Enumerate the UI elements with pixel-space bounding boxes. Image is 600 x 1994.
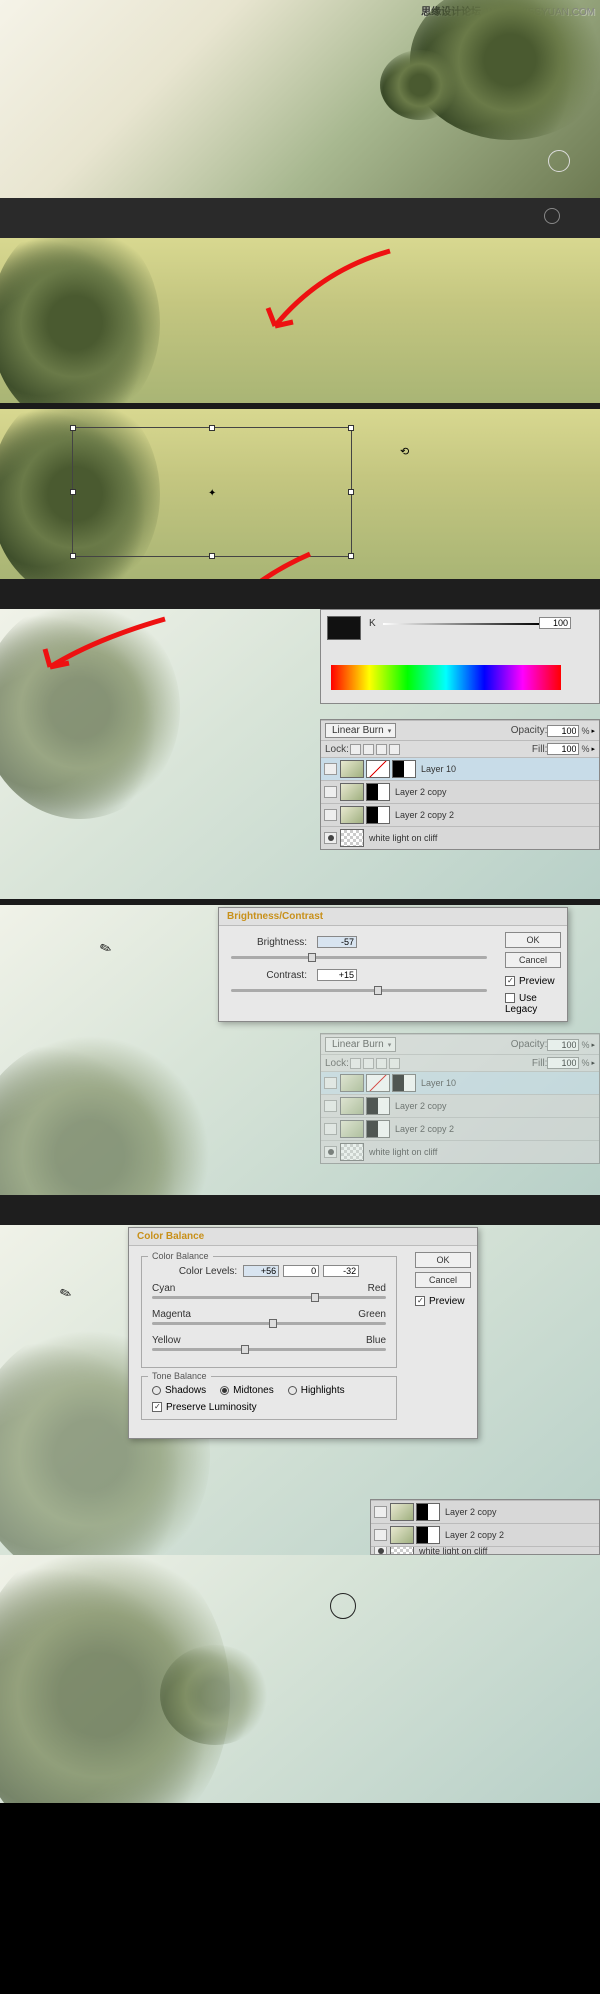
layer-name: Layer 2 copy 2 bbox=[395, 810, 454, 820]
layer-row[interactable]: Layer 10 bbox=[321, 1071, 599, 1094]
yellow-label: Yellow bbox=[152, 1335, 181, 1346]
layer-row[interactable]: Layer 2 copy 2 bbox=[321, 803, 599, 826]
lock-all-icon[interactable] bbox=[389, 744, 400, 755]
magenta-label: Magenta bbox=[152, 1309, 191, 1320]
brightness-input[interactable] bbox=[317, 936, 357, 948]
color-level-2-input[interactable] bbox=[283, 1265, 319, 1277]
brightness-label: Brightness: bbox=[231, 937, 307, 948]
opacity-label: Opacity: bbox=[511, 725, 548, 736]
layer-row[interactable]: white light on cliff bbox=[321, 826, 599, 849]
preview-checkbox[interactable] bbox=[505, 976, 515, 986]
contrast-input[interactable] bbox=[317, 969, 357, 981]
visibility-toggle[interactable] bbox=[324, 763, 337, 775]
tone-balance-label: Tone Balance bbox=[148, 1371, 211, 1381]
layer-name: Layer 10 bbox=[421, 764, 456, 774]
contrast-label: Contrast: bbox=[231, 970, 307, 981]
blend-mode-dropdown[interactable]: Linear Burn▾ bbox=[325, 723, 396, 738]
dialog-title: Color Balance bbox=[129, 1228, 477, 1246]
highlights-radio[interactable] bbox=[288, 1386, 297, 1395]
brightness-contrast-dialog[interactable]: Brightness/Contrast Brightness: Contrast… bbox=[218, 907, 568, 1022]
layer-row[interactable]: Layer 2 copy 2 bbox=[371, 1523, 599, 1546]
color-levels-label: Color Levels: bbox=[179, 1266, 237, 1277]
color-panel[interactable]: K bbox=[320, 609, 600, 704]
color-spectrum[interactable] bbox=[331, 665, 561, 690]
layer-row[interactable]: white light on cliff bbox=[321, 1140, 599, 1163]
layer-name: Layer 2 copy bbox=[395, 787, 447, 797]
layer-row[interactable]: Layer 10 bbox=[321, 757, 599, 780]
preview-checkbox[interactable] bbox=[415, 1296, 425, 1306]
preserve-luminosity-label: Preserve Luminosity bbox=[166, 1402, 257, 1413]
step-image-2 bbox=[0, 238, 600, 403]
lock-position-icon[interactable] bbox=[376, 744, 387, 755]
step-image-1: 思缘设计论坛WWW.MISSYUAN.COM bbox=[0, 0, 600, 198]
lock-label: Lock: bbox=[325, 744, 349, 755]
shadows-label: Shadows bbox=[165, 1385, 206, 1396]
lock-pixels-icon[interactable] bbox=[363, 744, 374, 755]
green-label: Green bbox=[358, 1309, 386, 1320]
annotation-arrow-2 bbox=[190, 549, 320, 579]
brush-cursor bbox=[330, 1593, 356, 1619]
layer-row[interactable]: Layer 2 copy bbox=[321, 780, 599, 803]
color-level-1-input[interactable] bbox=[243, 1265, 279, 1277]
step-image-7 bbox=[0, 1555, 600, 1803]
blue-label: Blue bbox=[366, 1335, 386, 1346]
fill-label: Fill: bbox=[532, 744, 548, 755]
layers-panel: Linear Burn▾ Opacity: %▸ Lock: Fill: %▸ … bbox=[320, 1033, 600, 1164]
step-image-4: K Linear Burn▾ Opacity: %▸ Lock: Fill: %… bbox=[0, 609, 600, 899]
shadows-radio[interactable] bbox=[152, 1386, 161, 1395]
layers-panel[interactable]: Linear Burn▾ Opacity: %▸ Lock: Fill: %▸ … bbox=[320, 719, 600, 850]
preserve-luminosity-checkbox[interactable] bbox=[152, 1402, 162, 1412]
lock-transparent-icon[interactable] bbox=[350, 744, 361, 755]
ok-button[interactable]: OK bbox=[415, 1252, 471, 1268]
visibility-toggle[interactable] bbox=[324, 786, 337, 798]
foreground-swatch[interactable] bbox=[327, 616, 361, 640]
annotation-arrow bbox=[260, 246, 400, 349]
color-k-input[interactable] bbox=[539, 617, 571, 629]
layer-row[interactable]: Layer 2 copy 2 bbox=[321, 1117, 599, 1140]
cancel-button[interactable]: Cancel bbox=[415, 1272, 471, 1288]
visibility-toggle[interactable] bbox=[324, 832, 337, 844]
ok-button[interactable]: OK bbox=[505, 932, 561, 948]
brush-cursor bbox=[548, 150, 570, 172]
eyedropper-cursor-icon: ✎ bbox=[97, 939, 114, 959]
cyan-label: Cyan bbox=[152, 1283, 175, 1294]
free-transform[interactable]: ✦ bbox=[72, 427, 352, 557]
layer-row[interactable]: Layer 2 copy bbox=[371, 1500, 599, 1523]
group-label: Color Balance bbox=[148, 1251, 213, 1261]
k-label: K bbox=[369, 618, 376, 629]
step-image-5: ✎ Brightness/Contrast Brightness: Contra… bbox=[0, 905, 600, 1195]
rotate-cursor-icon: ⟲ bbox=[400, 445, 409, 458]
layer-row[interactable]: Layer 2 copy bbox=[321, 1094, 599, 1117]
layers-panel-partial[interactable]: Layer 2 copy Layer 2 copy 2 white light … bbox=[370, 1499, 600, 1555]
visibility-toggle[interactable] bbox=[324, 809, 337, 821]
step-image-3: ✦ ⟲ bbox=[0, 409, 600, 579]
layer-name: white light on cliff bbox=[369, 833, 437, 843]
red-label: Red bbox=[368, 1283, 386, 1294]
midtones-radio[interactable] bbox=[220, 1386, 229, 1395]
legacy-checkbox[interactable] bbox=[505, 993, 515, 1003]
dark-gap bbox=[0, 198, 600, 238]
layer-row[interactable]: white light on cliff bbox=[371, 1546, 599, 1554]
preview-label: Preview bbox=[519, 976, 555, 987]
color-balance-dialog[interactable]: Color Balance Color Balance Color Levels… bbox=[128, 1227, 478, 1439]
highlights-label: Highlights bbox=[301, 1385, 345, 1396]
step-image-6: ✎ Color Balance Color Balance Color Leve… bbox=[0, 1225, 600, 1555]
opacity-input[interactable] bbox=[547, 725, 579, 737]
eyedropper-cursor-icon: ✎ bbox=[57, 1284, 74, 1304]
preview-label: Preview bbox=[429, 1296, 465, 1307]
dialog-title: Brightness/Contrast bbox=[219, 908, 567, 926]
fill-input[interactable] bbox=[547, 743, 579, 755]
cancel-button[interactable]: Cancel bbox=[505, 952, 561, 968]
annotation-arrow-3 bbox=[35, 619, 175, 702]
color-level-3-input[interactable] bbox=[323, 1265, 359, 1277]
midtones-label: Midtones bbox=[233, 1385, 274, 1396]
